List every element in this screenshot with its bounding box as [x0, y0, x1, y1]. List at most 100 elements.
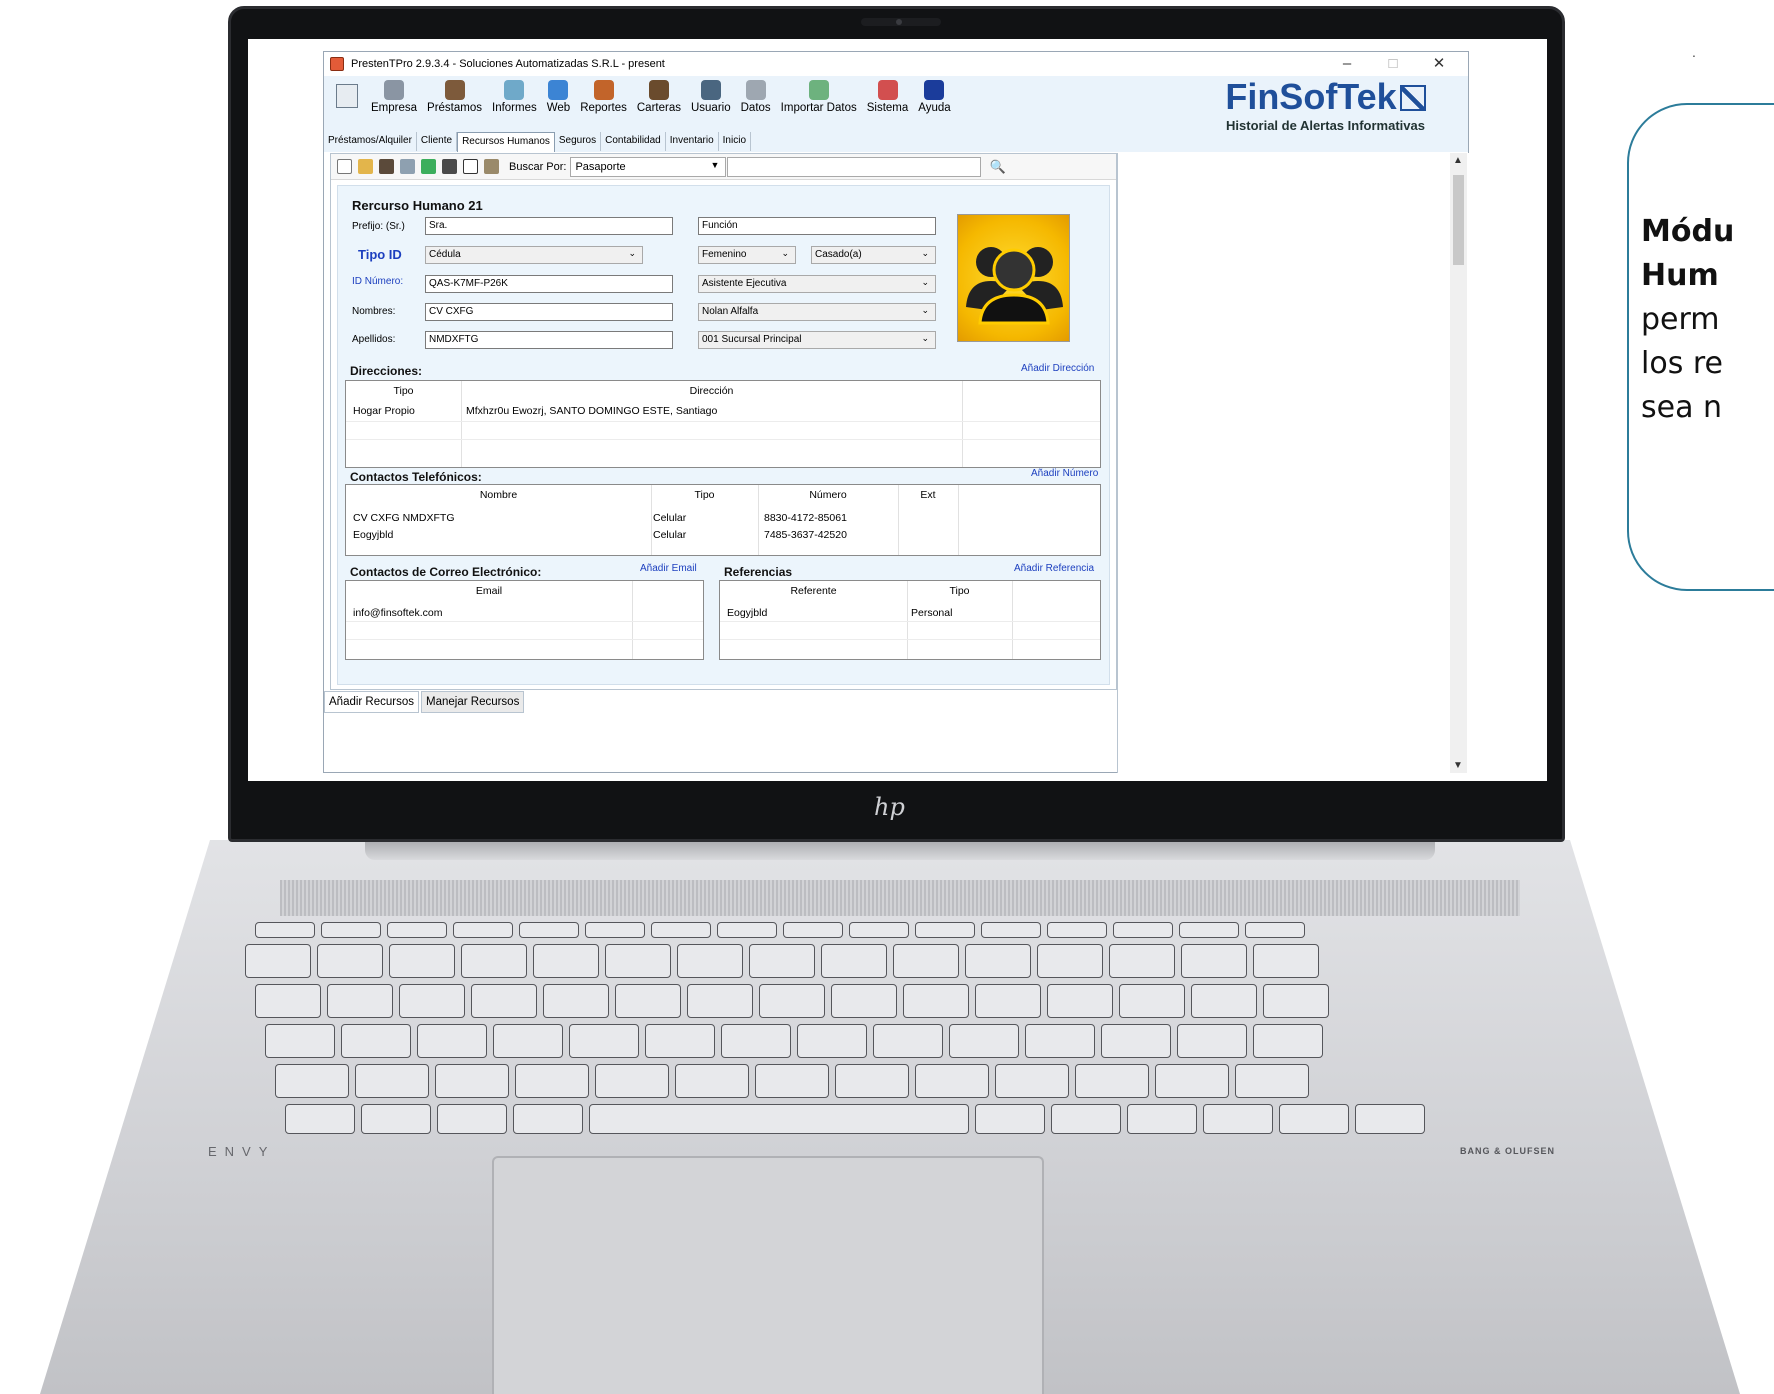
- tab-pr-stamos-alquiler[interactable]: Préstamos/Alquiler: [324, 132, 417, 151]
- binoculars-search-icon[interactable]: 🔍: [989, 159, 1005, 175]
- prefix-label: Prefijo: (Sr.): [352, 221, 405, 232]
- mail-icon[interactable]: [463, 159, 478, 174]
- scrollbar[interactable]: ▲ ▼: [1450, 153, 1467, 773]
- ribbon-item-empresa[interactable]: Empresa: [371, 80, 417, 114]
- table-cell[interactable]: Eogyjbld: [353, 529, 393, 541]
- table-cell[interactable]: 7485-3637-42520: [764, 529, 847, 541]
- table-cell[interactable]: Eogyjbld: [727, 607, 767, 619]
- user-dropdown-icon[interactable]: [379, 159, 394, 174]
- laptop-screen: PrestenTPro 2.9.3.4 - Soluciones Automat…: [248, 39, 1547, 781]
- column-header[interactable]: Referente: [720, 585, 907, 597]
- panel-toggle-icon[interactable]: [336, 84, 358, 108]
- keyboard-key: [453, 922, 513, 938]
- table-cell[interactable]: Celular: [653, 512, 686, 524]
- ribbon-item-reportes[interactable]: Reportes: [580, 80, 627, 114]
- keyboard-key: [1127, 1104, 1197, 1134]
- close-button[interactable]: ✕: [1416, 52, 1462, 76]
- column-header[interactable]: Tipo: [907, 585, 1012, 597]
- add-phone-link[interactable]: Añadir Número: [1031, 468, 1098, 479]
- table-cell[interactable]: Mfxhzr0u Ewozrj, SANTO DOMINGO ESTE, San…: [466, 405, 717, 417]
- ribbon: Empresa Préstamos Informes Web Reportes Carte…: [324, 76, 1468, 133]
- hand-icon[interactable]: [358, 159, 373, 174]
- column-header[interactable]: Dirección: [461, 385, 962, 397]
- ribbon-item-carteras[interactable]: Carteras: [637, 80, 681, 114]
- keyboard: [245, 922, 1565, 1134]
- table-cell[interactable]: CV CXFG NMDXFTG: [353, 512, 455, 524]
- tab-cliente[interactable]: Cliente: [417, 132, 458, 151]
- alerts-history-title: Historial de Alertas Informativas: [1226, 118, 1425, 133]
- table-cell[interactable]: 8830-4172-85061: [764, 512, 847, 524]
- id-number-label: ID Número:: [352, 276, 404, 287]
- column-header[interactable]: Tipo: [346, 385, 461, 397]
- new-document-icon[interactable]: [337, 159, 352, 174]
- maximize-button[interactable]: □: [1370, 52, 1416, 76]
- gender-select[interactable]: Femenino ⌄: [698, 246, 796, 264]
- ribbon-item-pr-stamos[interactable]: Préstamos: [427, 80, 482, 114]
- record-title: Rercurso Humano 21: [352, 198, 483, 213]
- scroll-up-icon[interactable]: ▲: [1453, 155, 1463, 166]
- branch-select[interactable]: 001 Sucursal Principal ⌄: [698, 331, 936, 349]
- scroll-thumb[interactable]: [1453, 175, 1464, 265]
- table-cell[interactable]: Personal: [911, 607, 952, 619]
- function-field[interactable]: Función: [698, 217, 936, 235]
- marital-status-select[interactable]: Casado(a) ⌄: [811, 246, 936, 264]
- ribbon-item-web[interactable]: Web: [547, 80, 570, 114]
- add-reference-link[interactable]: Añadir Referencia: [1014, 563, 1094, 574]
- column-header[interactable]: Nombre: [346, 489, 651, 501]
- save-icon[interactable]: [421, 159, 436, 174]
- column-header[interactable]: Ext: [898, 489, 958, 501]
- contacts-icon[interactable]: [442, 159, 457, 174]
- table-cell[interactable]: Celular: [653, 529, 686, 541]
- ribbon-item-ayuda[interactable]: Ayuda: [918, 80, 951, 114]
- keyboard-key: [749, 944, 815, 978]
- tab-manage-resources[interactable]: Manejar Recursos: [421, 691, 525, 713]
- column-header[interactable]: Número: [758, 489, 898, 501]
- ribbon-item-importar-datos[interactable]: Importar Datos: [781, 80, 857, 114]
- table-cell[interactable]: Hogar Propio: [353, 405, 415, 417]
- ribbon-item-sistema[interactable]: Sistema: [867, 80, 908, 114]
- keyboard-key: [1037, 944, 1103, 978]
- add-address-link[interactable]: Añadir Dirección: [1021, 363, 1094, 374]
- ribbon-item-usuario[interactable]: Usuario: [691, 80, 731, 114]
- audio-brand: BANG & OLUFSEN: [1460, 1146, 1555, 1156]
- surnames-field[interactable]: NMDXFTG: [425, 331, 673, 349]
- ribbon-item-label: Datos: [740, 102, 771, 114]
- keyboard-key: [1113, 922, 1173, 938]
- phones-table: Nombre Tipo Número Ext CV CXFG NMDXFTG C…: [345, 484, 1101, 556]
- brand-block: FinSofTek Historial de Alertas Informati…: [1193, 78, 1458, 133]
- tab-recursos-humanos[interactable]: Recursos Humanos: [457, 132, 555, 152]
- chart-icon: [504, 80, 525, 100]
- tab-inventario[interactable]: Inventario: [666, 132, 719, 151]
- id-number-field[interactable]: QAS-K7MF-P26K: [425, 275, 673, 293]
- column-header[interactable]: Tipo: [651, 489, 758, 501]
- avatar[interactable]: [957, 214, 1070, 342]
- tab-add-resources[interactable]: Añadir Recursos: [324, 691, 420, 713]
- tab-seguros[interactable]: Seguros: [555, 132, 602, 151]
- scroll-down-icon[interactable]: ▼: [1453, 760, 1463, 771]
- reports-icon: [593, 80, 614, 100]
- keyboard-key: [995, 1064, 1069, 1098]
- ribbon-item-datos[interactable]: Datos: [741, 80, 771, 114]
- keyboard-key: [513, 1104, 583, 1134]
- prefix-field[interactable]: Sra.: [425, 217, 673, 235]
- position-select[interactable]: Asistente Ejecutiva ⌄: [698, 275, 936, 293]
- keyboard-key: [417, 1024, 487, 1058]
- tab-inicio[interactable]: Inicio: [719, 132, 752, 151]
- column-header[interactable]: Email: [346, 585, 632, 597]
- id-type-select[interactable]: Cédula ⌄: [425, 246, 643, 264]
- minimize-button[interactable]: –: [1324, 52, 1370, 76]
- table-cell[interactable]: info@finsoftek.com: [353, 607, 442, 619]
- manager-select[interactable]: Nolan Alfalfa ⌄: [698, 303, 936, 321]
- search-by-select[interactable]: Pasaporte ▼: [570, 156, 727, 177]
- search-input[interactable]: [727, 156, 982, 177]
- keyboard-key: [821, 944, 887, 978]
- corner-dot: .: [1692, 44, 1696, 60]
- keyboard-key: [595, 1064, 669, 1098]
- ribbon-item-informes[interactable]: Informes: [492, 80, 537, 114]
- names-field[interactable]: CV CXFG: [425, 303, 673, 321]
- add-email-link[interactable]: Añadir Email: [640, 563, 697, 574]
- ribbon-item-label: Reportes: [580, 102, 627, 114]
- tab-contabilidad[interactable]: Contabilidad: [601, 132, 666, 151]
- link-icon[interactable]: [484, 159, 499, 174]
- list-dropdown-icon[interactable]: [400, 159, 415, 174]
